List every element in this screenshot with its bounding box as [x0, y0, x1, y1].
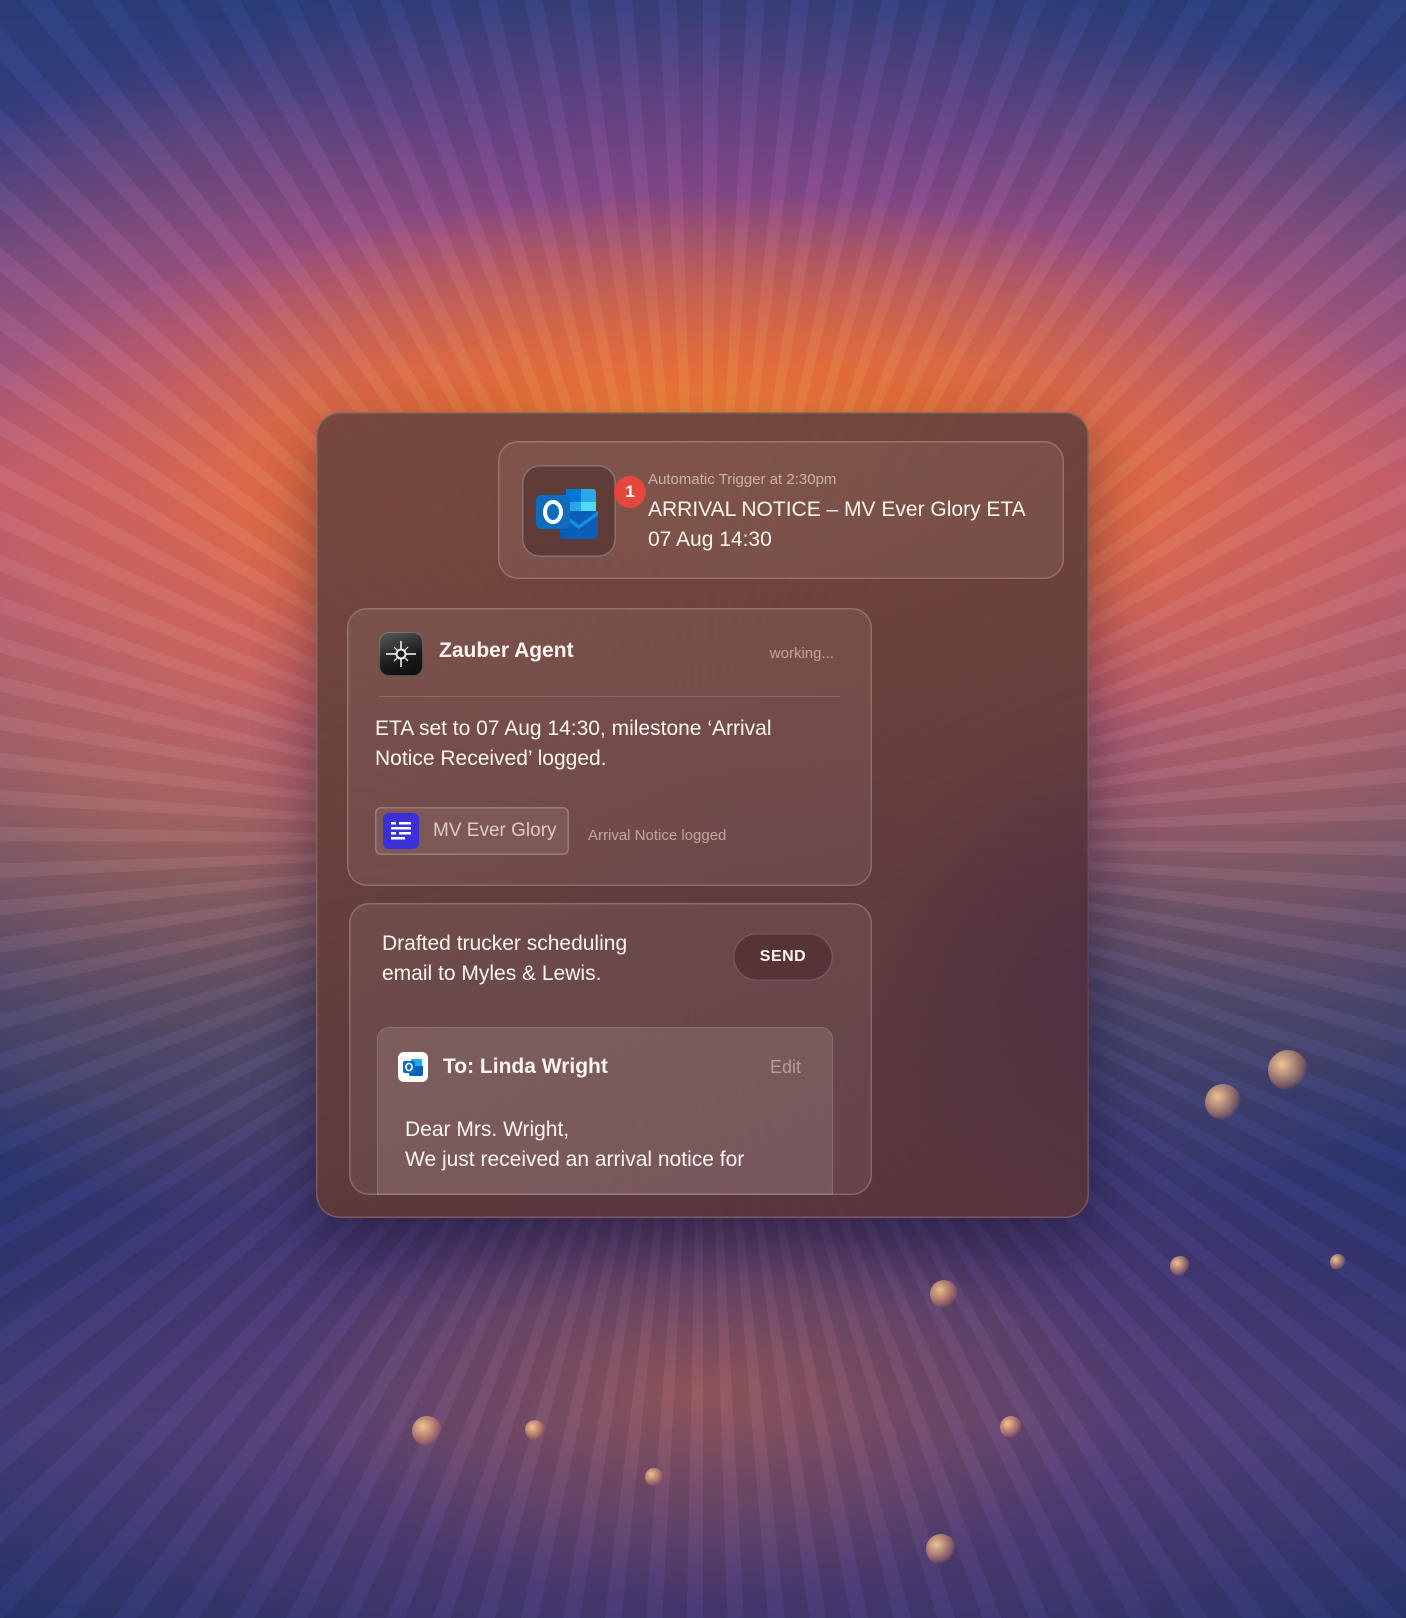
bubble-decoration [412, 1416, 442, 1446]
shipment-list-icon [391, 822, 411, 840]
bubble-decoration [930, 1280, 958, 1308]
bubble-decoration [1000, 1416, 1022, 1438]
divider [379, 696, 840, 697]
shipment-chip[interactable]: MV Ever Glory [375, 807, 569, 855]
agent-activity-panel: 1 Automatic Trigger at 2:30pm ARRIVAL NO… [316, 412, 1089, 1218]
email-greeting: Dear Mrs. Wright, [405, 1118, 570, 1141]
outlook-icon [536, 489, 598, 539]
outlook-icon [403, 1059, 423, 1076]
trigger-notification-card[interactable]: 1 Automatic Trigger at 2:30pm ARRIVAL NO… [498, 441, 1064, 579]
send-button[interactable]: SEND [733, 933, 833, 981]
bubble-decoration [645, 1468, 663, 1486]
bubble-decoration [1170, 1256, 1190, 1276]
bubble-decoration [525, 1420, 545, 1440]
chip-label: MV Ever Glory [433, 820, 557, 841]
email-app-tile [398, 1052, 428, 1082]
outlook-app-tile: 1 [522, 465, 646, 557]
email-text: We just received an arrival notice for [405, 1148, 745, 1171]
draft-message: Drafted trucker scheduling email to Myle… [382, 932, 628, 985]
panel-glow [876, 712, 1089, 1218]
agent-avatar [379, 632, 423, 676]
draft-email-card: Drafted trucker scheduling email to Myle… [349, 903, 872, 1195]
agent-message: ETA set to 07 Aug 14:30, milestone ‘Arri… [375, 717, 772, 770]
bubble-decoration [1330, 1254, 1346, 1270]
sparkle-icon [386, 641, 416, 667]
agent-name: Zauber Agent [439, 639, 574, 662]
notification-title: ARRIVAL NOTICE – MV Ever Glory ETA 07 Au… [648, 498, 1025, 551]
chip-icon-tile [383, 813, 419, 849]
notification-badge: 1 [614, 476, 646, 508]
email-preview[interactable]: To: Linda Wright Edit Dear Mrs. Wright, … [377, 1027, 833, 1195]
trigger-timestamp: Automatic Trigger at 2:30pm [648, 471, 837, 488]
chip-note: Arrival Notice logged [588, 827, 727, 844]
edit-button[interactable]: Edit [770, 1057, 801, 1078]
agent-status: working... [769, 645, 834, 662]
agent-update-card: Zauber Agent working... ETA set to 07 Au… [347, 608, 872, 886]
email-body: Dear Mrs. Wright, We just received an ar… [405, 1115, 815, 1175]
bubble-decoration [1268, 1050, 1308, 1090]
bubble-decoration [1205, 1084, 1241, 1120]
bubble-decoration [926, 1534, 956, 1564]
email-recipient: To: Linda Wright [443, 1055, 608, 1078]
